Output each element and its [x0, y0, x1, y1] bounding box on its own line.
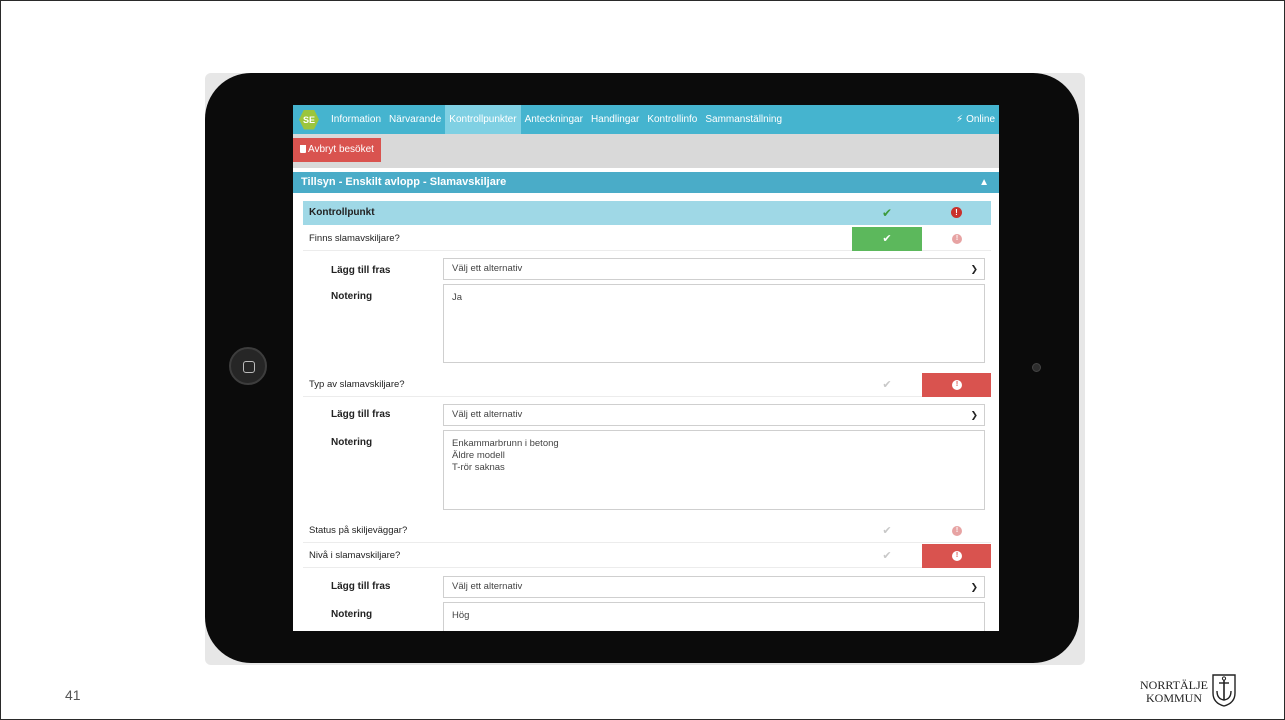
check-icon[interactable]: ✔	[852, 519, 922, 543]
tab-kontrollinfo[interactable]: Kontrollinfo	[643, 105, 701, 134]
tab-sammanstallning[interactable]: Sammanställning	[701, 105, 786, 134]
chevron-down-icon: ❯	[970, 582, 978, 592]
anchor-crest-icon	[1212, 674, 1236, 707]
org-logo: NORRTÄLJE KOMMUN	[1139, 671, 1259, 711]
app-logo[interactable]: SE	[299, 109, 319, 130]
tab-handlingar[interactable]: Handlingar	[587, 105, 643, 134]
checkpoint-row: Finns slamavskiljare? ✔ !	[303, 227, 991, 251]
tab-anteckningar[interactable]: Anteckningar	[521, 105, 587, 134]
not-ok-toggle[interactable]: !	[922, 373, 991, 397]
slide-number: 41	[65, 687, 81, 703]
note-label: Notering	[331, 609, 373, 620]
phrase-label: Lägg till fras	[331, 409, 391, 420]
check-icon[interactable]: ✔	[852, 544, 922, 568]
cancel-visit-label: Avbryt besöket	[308, 144, 374, 155]
phrase-select[interactable]: Välj ett alternativ ❯	[443, 258, 985, 280]
phrase-label: Lägg till fras	[331, 581, 391, 592]
tab-kontrollpunkter[interactable]: Kontrollpunkter	[445, 105, 521, 134]
note-textarea[interactable]: Enkammarbrunn i betong Äldre modell T-rö…	[443, 430, 985, 510]
checkpoint-header-label: Kontrollpunkt	[309, 207, 375, 218]
tab-narvarande[interactable]: Närvarande	[385, 105, 445, 134]
exclamation-circle-icon: !	[952, 234, 962, 244]
checkpoint-question: Typ av slamavskiljare?	[309, 379, 405, 390]
trash-icon	[300, 145, 306, 153]
checkpoint-table-header: Kontrollpunkt ✔ !	[303, 201, 991, 225]
tablet-camera	[1032, 363, 1041, 372]
org-logo-text: NORRTÄLJE KOMMUN	[1139, 679, 1209, 705]
check-icon: ✔	[882, 206, 893, 220]
tablet-home-button	[229, 347, 267, 385]
checkpoint-question: Status på skiljeväggar?	[309, 525, 408, 536]
tab-information[interactable]: Information	[327, 105, 385, 134]
not-ok-toggle[interactable]: !	[922, 544, 991, 568]
check-icon[interactable]: ✔	[852, 373, 922, 397]
exclamation-circle-icon: !	[952, 551, 962, 561]
phrase-select[interactable]: Välj ett alternativ ❯	[443, 576, 985, 598]
note-label: Notering	[331, 437, 373, 448]
connection-status: ⚡ Online	[956, 105, 995, 134]
org-name-line2: KOMMUN	[1145, 691, 1202, 705]
not-ok-toggle[interactable]: !	[922, 519, 991, 543]
bolt-icon: ⚡	[956, 114, 964, 125]
checkpoint-row: Nivå i slamavskiljare? ✔ !	[303, 544, 991, 568]
phrase-select[interactable]: Välj ett alternativ ❯	[443, 404, 985, 426]
checkpoint-question: Nivå i slamavskiljare?	[309, 550, 401, 561]
action-toolbar: Avbryt besöket	[293, 134, 999, 168]
connection-status-label: Online	[966, 114, 995, 125]
phrase-select-value: Välj ett alternativ	[452, 263, 523, 274]
presentation-slide: SE Information Närvarande Kontrollpunkte…	[0, 0, 1285, 720]
not-ok-toggle[interactable]: !	[922, 227, 991, 251]
note-textarea[interactable]: Hög	[443, 602, 985, 631]
phrase-label: Lägg till fras	[331, 265, 391, 276]
exclamation-circle-icon: !	[951, 207, 962, 218]
chevron-down-icon: ❯	[970, 410, 978, 420]
cancel-visit-button[interactable]: Avbryt besöket	[293, 138, 381, 162]
check-icon[interactable]: ✔	[852, 227, 922, 251]
checkpoint-row: Status på skiljeväggar? ✔ !	[303, 519, 991, 543]
note-textarea[interactable]: Ja	[443, 284, 985, 363]
top-navbar: SE Information Närvarande Kontrollpunkte…	[293, 105, 999, 134]
note-label: Notering	[331, 291, 373, 302]
section-title: Tillsyn - Enskilt avlopp - Slamavskiljar…	[301, 176, 507, 188]
exclamation-circle-icon: !	[952, 526, 962, 536]
exclamation-circle-icon: !	[952, 380, 962, 390]
chevron-up-icon[interactable]: ▲	[979, 172, 989, 193]
app-screen: SE Information Närvarande Kontrollpunkte…	[293, 105, 999, 631]
checkpoint-question: Finns slamavskiljare?	[309, 233, 400, 244]
checkpoint-row: Typ av slamavskiljare? ✔ !	[303, 373, 991, 397]
chevron-down-icon: ❯	[970, 264, 978, 274]
section-header[interactable]: Tillsyn - Enskilt avlopp - Slamavskiljar…	[293, 172, 999, 193]
phrase-select-value: Välj ett alternativ	[452, 409, 523, 420]
phrase-select-value: Välj ett alternativ	[452, 581, 523, 592]
